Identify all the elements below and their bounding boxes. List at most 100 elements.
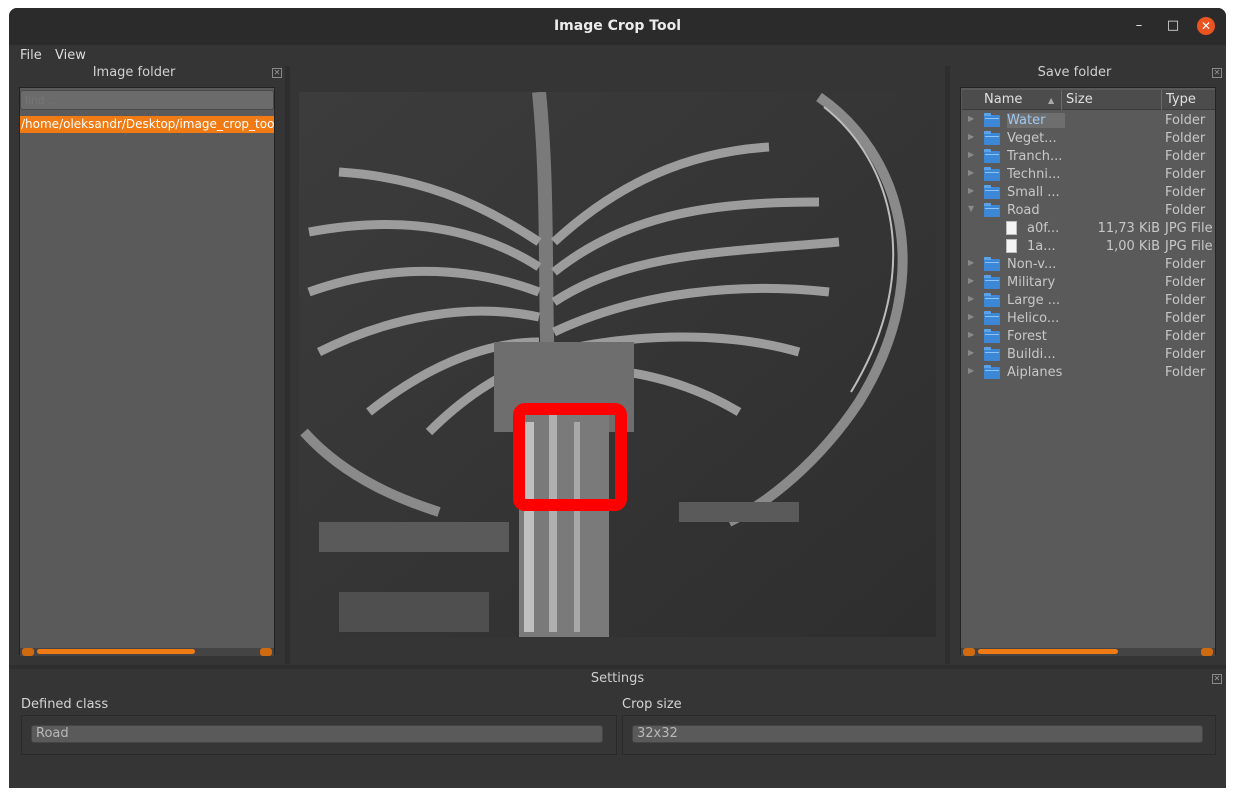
maximize-button[interactable]: □: [1164, 17, 1182, 35]
collapsed-arrow-icon[interactable]: ▶: [968, 312, 974, 321]
folder-row[interactable]: ▶ Water Folder: [962, 112, 1215, 130]
folder-row[interactable]: ▶ Aiplanes Folder: [962, 364, 1215, 382]
folder-icon: [984, 365, 1000, 379]
collapsed-arrow-icon[interactable]: ▶: [968, 132, 974, 141]
folder-icon: [984, 203, 1000, 217]
folder-row[interactable]: ▶ Helico... Folder: [962, 310, 1215, 328]
folder-icon: [984, 149, 1000, 163]
defined-class-field[interactable]: Road: [31, 725, 603, 743]
row-type: Folder: [1165, 257, 1206, 272]
folder-row[interactable]: ▶ Large ... Folder: [962, 292, 1215, 310]
right-splitter[interactable]: [945, 66, 950, 664]
scroll-left-button[interactable]: [963, 648, 975, 656]
collapsed-arrow-icon[interactable]: ▶: [968, 276, 974, 285]
menu-view[interactable]: View: [55, 48, 86, 63]
folder-icon: [984, 275, 1000, 289]
row-name: Military: [1007, 275, 1056, 290]
row-name: Road: [1007, 203, 1040, 218]
folder-icon: [984, 131, 1000, 145]
folder-icon: [984, 185, 1000, 199]
row-size: 1,00 KiB: [1105, 239, 1160, 254]
row-name: 1a...: [1027, 239, 1056, 254]
folder-icon: [984, 329, 1000, 343]
column-type[interactable]: Type: [1166, 92, 1196, 107]
scroll-thumb[interactable]: [978, 649, 1118, 654]
left-splitter[interactable]: [285, 66, 290, 664]
column-size[interactable]: Size: [1066, 92, 1093, 107]
collapsed-arrow-icon[interactable]: ▶: [968, 168, 974, 177]
folder-icon: [984, 257, 1000, 271]
sort-ascending-icon: ▲: [1048, 96, 1055, 105]
crop-size-field[interactable]: 32x32: [632, 725, 1203, 743]
row-name: Aiplanes: [1007, 365, 1063, 380]
row-size: 11,73 KiB: [1097, 221, 1160, 236]
folder-row[interactable]: ▶ Techni... Folder: [962, 166, 1215, 184]
menu-file[interactable]: File: [20, 48, 42, 63]
row-name: Large ...: [1007, 293, 1061, 308]
header-separator: [1061, 90, 1062, 110]
scroll-right-button[interactable]: [260, 648, 272, 656]
row-type: Folder: [1165, 203, 1206, 218]
folder-row[interactable]: ▼ Road Folder: [962, 202, 1215, 220]
bottom-splitter[interactable]: [9, 665, 1226, 669]
header-separator: [1161, 90, 1162, 110]
row-name: Non-v...: [1007, 257, 1057, 272]
menu-bar: File View: [9, 45, 1226, 67]
settings-title: Settings: [590, 671, 645, 686]
folder-row[interactable]: ▶ Tranch... Folder: [962, 148, 1215, 166]
folder-row[interactable]: ▶ Non-v... Folder: [962, 256, 1215, 274]
row-name: Techni...: [1007, 167, 1061, 182]
row-type: Folder: [1165, 293, 1206, 308]
minimize-button[interactable]: –: [1130, 17, 1148, 35]
image-folder-selected-path[interactable]: /home/oleksandr/Desktop/image_crop_tool: [20, 116, 274, 133]
collapsed-arrow-icon[interactable]: ▶: [968, 186, 974, 195]
collapsed-arrow-icon[interactable]: ▶: [968, 366, 974, 375]
collapsed-arrow-icon[interactable]: ▶: [968, 150, 974, 159]
image-canvas[interactable]: [299, 92, 936, 637]
file-row[interactable]: 1a... 1,00 KiB JPG File: [962, 238, 1215, 256]
folder-row[interactable]: ▶ Military Folder: [962, 274, 1215, 292]
row-name: a0f...: [1027, 221, 1060, 236]
collapsed-arrow-icon[interactable]: ▶: [968, 330, 974, 339]
collapsed-arrow-icon[interactable]: ▶: [968, 294, 974, 303]
folder-row[interactable]: ▶ Veget... Folder: [962, 130, 1215, 148]
folder-row[interactable]: ▶ Small ... Folder: [962, 184, 1215, 202]
folder-row[interactable]: ▶ Forest Folder: [962, 328, 1215, 346]
app-window: Image Crop Tool – □ ✕ File View Image fo…: [9, 8, 1226, 788]
column-name[interactable]: Name: [984, 92, 1022, 107]
row-type: Folder: [1165, 131, 1206, 146]
expanded-arrow-icon[interactable]: ▼: [968, 204, 974, 213]
collapsed-arrow-icon[interactable]: ▶: [968, 348, 974, 357]
folder-icon: [984, 347, 1000, 361]
folder-icon: [984, 167, 1000, 181]
row-type: Folder: [1165, 311, 1206, 326]
image-folder-scrollbar[interactable]: [20, 648, 274, 656]
tree-header: Name ▲ Size Type: [962, 90, 1215, 110]
image-folder-close-icon[interactable]: ✕: [272, 68, 282, 78]
row-type: Folder: [1165, 113, 1206, 128]
row-name: Tranch...: [1007, 149, 1063, 164]
title-bar[interactable]: Image Crop Tool – □ ✕: [9, 8, 1226, 45]
search-input[interactable]: [20, 90, 274, 110]
collapsed-arrow-icon[interactable]: ▶: [968, 114, 974, 123]
folder-row[interactable]: ▶ Buildi... Folder: [962, 346, 1215, 364]
save-folder-title: Save folder: [1037, 65, 1112, 80]
collapsed-arrow-icon[interactable]: ▶: [968, 258, 974, 267]
scroll-right-button[interactable]: [1201, 648, 1213, 656]
scroll-thumb[interactable]: [37, 649, 195, 654]
image-folder-title: Image folder: [92, 65, 176, 80]
save-folder-close-icon[interactable]: ✕: [1212, 68, 1222, 78]
scroll-left-button[interactable]: [22, 648, 34, 656]
file-row[interactable]: a0f... 11,73 KiB JPG File: [962, 220, 1215, 238]
satellite-image: [299, 92, 936, 637]
row-name: Small ...: [1007, 185, 1060, 200]
close-button[interactable]: ✕: [1197, 17, 1215, 35]
settings-close-icon[interactable]: ✕: [1212, 674, 1222, 684]
row-type: Folder: [1165, 167, 1206, 182]
save-folder-scrollbar[interactable]: [961, 648, 1215, 656]
row-name: Buildi...: [1007, 347, 1056, 362]
crop-size-label: Crop size: [622, 697, 682, 712]
folder-icon: [984, 293, 1000, 307]
row-name: Water: [1007, 113, 1065, 128]
file-icon: [1006, 221, 1017, 235]
